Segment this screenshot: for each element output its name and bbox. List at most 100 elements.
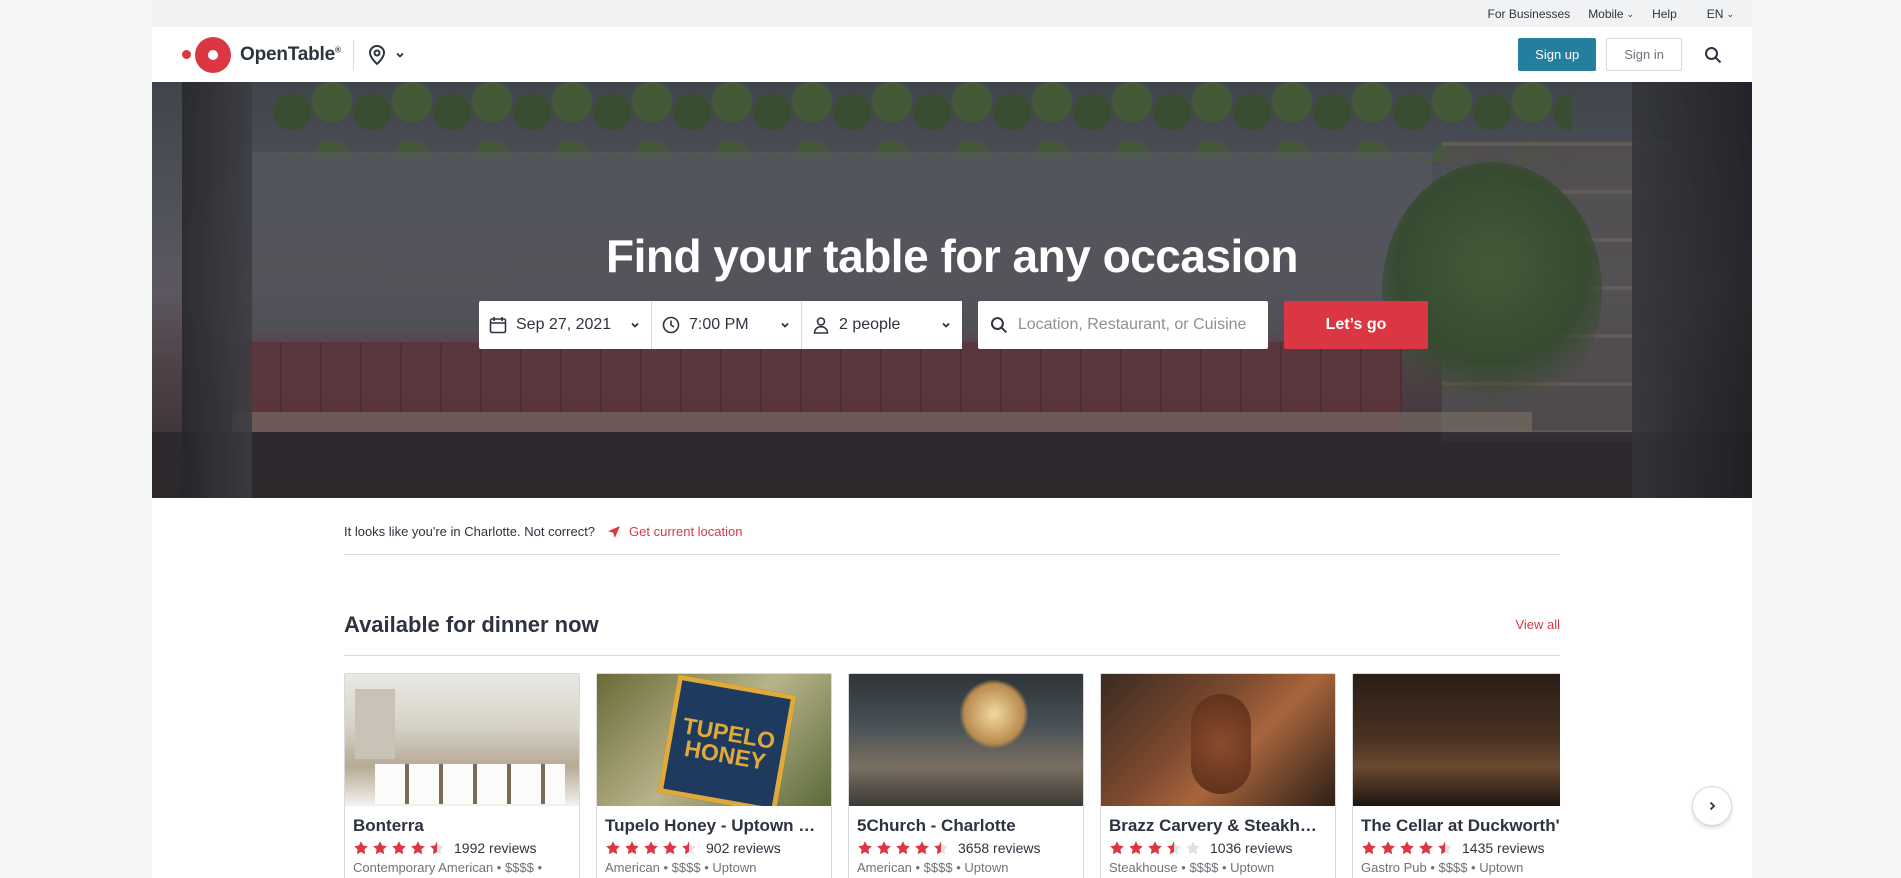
language-menu[interactable]: EN ⌄ xyxy=(1707,7,1734,21)
restaurant-name: The Cellar at Duckworth's xyxy=(1361,816,1560,835)
restaurant-rating: 1992 reviews xyxy=(345,836,579,856)
star-icon xyxy=(934,841,948,855)
logo-text: OpenTable® xyxy=(240,43,341,65)
available-section-header: Available for dinner now View all xyxy=(344,604,1560,656)
review-count: 1435 reviews xyxy=(1462,840,1545,856)
star-rating xyxy=(1109,840,1204,856)
restaurant-image xyxy=(1101,674,1335,806)
star-icon xyxy=(1148,841,1162,855)
restaurant-image xyxy=(849,674,1083,806)
star-icon xyxy=(411,841,425,855)
search-icon xyxy=(1705,46,1722,63)
restaurant-name: Tupelo Honey - Uptown C... xyxy=(605,816,825,835)
chevron-down-icon xyxy=(396,52,404,58)
restaurant-image xyxy=(345,674,579,806)
restaurant-name: Brazz Carvery & Steakhouse xyxy=(1109,816,1335,835)
carousel-next-button[interactable] xyxy=(1692,786,1732,826)
hero-title: Find your table for any occasion xyxy=(605,230,1299,282)
view-all-link[interactable]: View all xyxy=(1515,617,1560,632)
star-icon xyxy=(644,841,658,855)
search-field xyxy=(978,301,1268,349)
restaurant-card[interactable]: The Cellar at Duckworth's 1435 reviews G… xyxy=(1352,673,1560,878)
star-rating xyxy=(605,840,700,856)
restaurant-meta: American • $$$$ • Uptown xyxy=(605,860,757,875)
star-rating xyxy=(857,840,952,856)
restaurant-meta: Steakhouse • $$$$ • Uptown xyxy=(1109,860,1275,875)
header: OpenTable® Sign up Sign in xyxy=(152,27,1752,82)
get-current-location-link[interactable]: Get current location xyxy=(607,524,742,539)
restaurant-name: Bonterra xyxy=(353,816,424,835)
restaurant-meta: Gastro Pub • $$$$ • Uptown xyxy=(1361,860,1524,875)
restaurant-meta: Contemporary American • $$$$ • xyxy=(353,860,543,875)
star-icon xyxy=(606,841,620,855)
chevron-right-icon xyxy=(1709,801,1716,811)
chevron-down-icon xyxy=(942,322,950,328)
help-link[interactable]: Help xyxy=(1652,7,1677,21)
restaurant-card[interactable]: Bonterra 1992 reviews Contemporary Ameri… xyxy=(344,673,580,878)
star-icon xyxy=(896,841,910,855)
signup-button[interactable]: Sign up xyxy=(1518,38,1597,71)
section-title: Available for dinner now xyxy=(344,611,599,637)
review-count: 902 reviews xyxy=(706,840,781,856)
chevron-down-icon xyxy=(631,322,639,328)
review-count: 1036 reviews xyxy=(1210,840,1293,856)
star-icon xyxy=(1381,841,1395,855)
reservation-picker: Sep 27, 2021 7:00 PM 2 people xyxy=(479,301,962,349)
star-icon xyxy=(663,841,677,855)
party-size-value: 2 people xyxy=(839,316,901,333)
chevron-down-icon xyxy=(781,322,789,328)
star-icon xyxy=(392,841,406,855)
logo[interactable]: OpenTable® xyxy=(182,36,406,73)
for-businesses-link[interactable]: For Businesses xyxy=(1487,7,1570,21)
time-picker[interactable]: 7:00 PM xyxy=(652,301,802,349)
star-icon xyxy=(1167,841,1181,855)
star-rating xyxy=(1361,840,1456,856)
search-icon xyxy=(990,317,1008,334)
restaurant-rating: 902 reviews xyxy=(597,836,831,856)
star-icon xyxy=(682,841,696,855)
restaurant-rating: 1435 reviews xyxy=(1353,836,1560,856)
location-message: It looks like you're in Charlotte. Not c… xyxy=(344,524,596,539)
star-rating xyxy=(353,840,448,856)
header-search-button[interactable] xyxy=(1704,46,1722,64)
restaurant-card[interactable]: TUPELO HONEY Tupelo Honey - Uptown C... … xyxy=(596,673,832,878)
restaurant-meta: American • $$$$ • Uptown xyxy=(857,860,1009,875)
location-pin-icon xyxy=(368,44,385,65)
utility-bar: For Businesses Mobile ⌄ Help EN ⌄ xyxy=(152,0,1752,27)
logo-icon xyxy=(195,36,231,73)
star-icon xyxy=(430,841,444,855)
mobile-menu[interactable]: Mobile ⌄ xyxy=(1588,7,1634,21)
reservation-search-bar: Sep 27, 2021 7:00 PM 2 people Let’s xyxy=(479,301,1428,349)
page: For Businesses Mobile ⌄ Help EN ⌄ OpenTabl… xyxy=(152,0,1752,878)
restaurant-card[interactable]: 5Church - Charlotte 3658 reviews America… xyxy=(848,673,1084,878)
star-icon xyxy=(1419,841,1433,855)
review-count: 3658 reviews xyxy=(958,840,1041,856)
location-picker-button[interactable] xyxy=(368,44,406,65)
restaurant-carousel: Bonterra 1992 reviews Contemporary Ameri… xyxy=(344,673,1560,878)
star-icon xyxy=(1110,841,1124,855)
logo-small-dot xyxy=(182,50,191,59)
star-icon xyxy=(1438,841,1452,855)
review-count: 1992 reviews xyxy=(454,840,537,856)
location-notice: It looks like you're in Charlotte. Not c… xyxy=(344,519,1560,555)
tupelo-honey-sign: TUPELO HONEY xyxy=(657,674,797,806)
star-icon xyxy=(858,841,872,855)
clock-icon xyxy=(662,316,680,334)
star-icon xyxy=(877,841,891,855)
calendar-icon xyxy=(489,317,507,334)
person-icon xyxy=(813,317,829,334)
chevron-down-icon: ⌄ xyxy=(1726,9,1734,19)
star-icon xyxy=(354,841,368,855)
signin-button[interactable]: Sign in xyxy=(1606,38,1682,71)
restaurant-rating: 1036 reviews xyxy=(1101,836,1335,856)
restaurant-image: TUPELO HONEY xyxy=(597,674,831,806)
restaurant-card[interactable]: Brazz Carvery & Steakhouse 1036 reviews … xyxy=(1100,673,1336,878)
logo-divider xyxy=(352,39,354,70)
party-size-picker[interactable]: 2 people xyxy=(802,301,962,349)
lets-go-button[interactable]: Let’s go xyxy=(1284,301,1428,349)
date-picker[interactable]: Sep 27, 2021 xyxy=(479,301,652,349)
hero-overlay xyxy=(152,82,1752,498)
star-icon xyxy=(625,841,639,855)
hero-banner: Find your table for any occasion Sep 27,… xyxy=(152,82,1752,498)
search-input[interactable] xyxy=(1017,316,1256,334)
